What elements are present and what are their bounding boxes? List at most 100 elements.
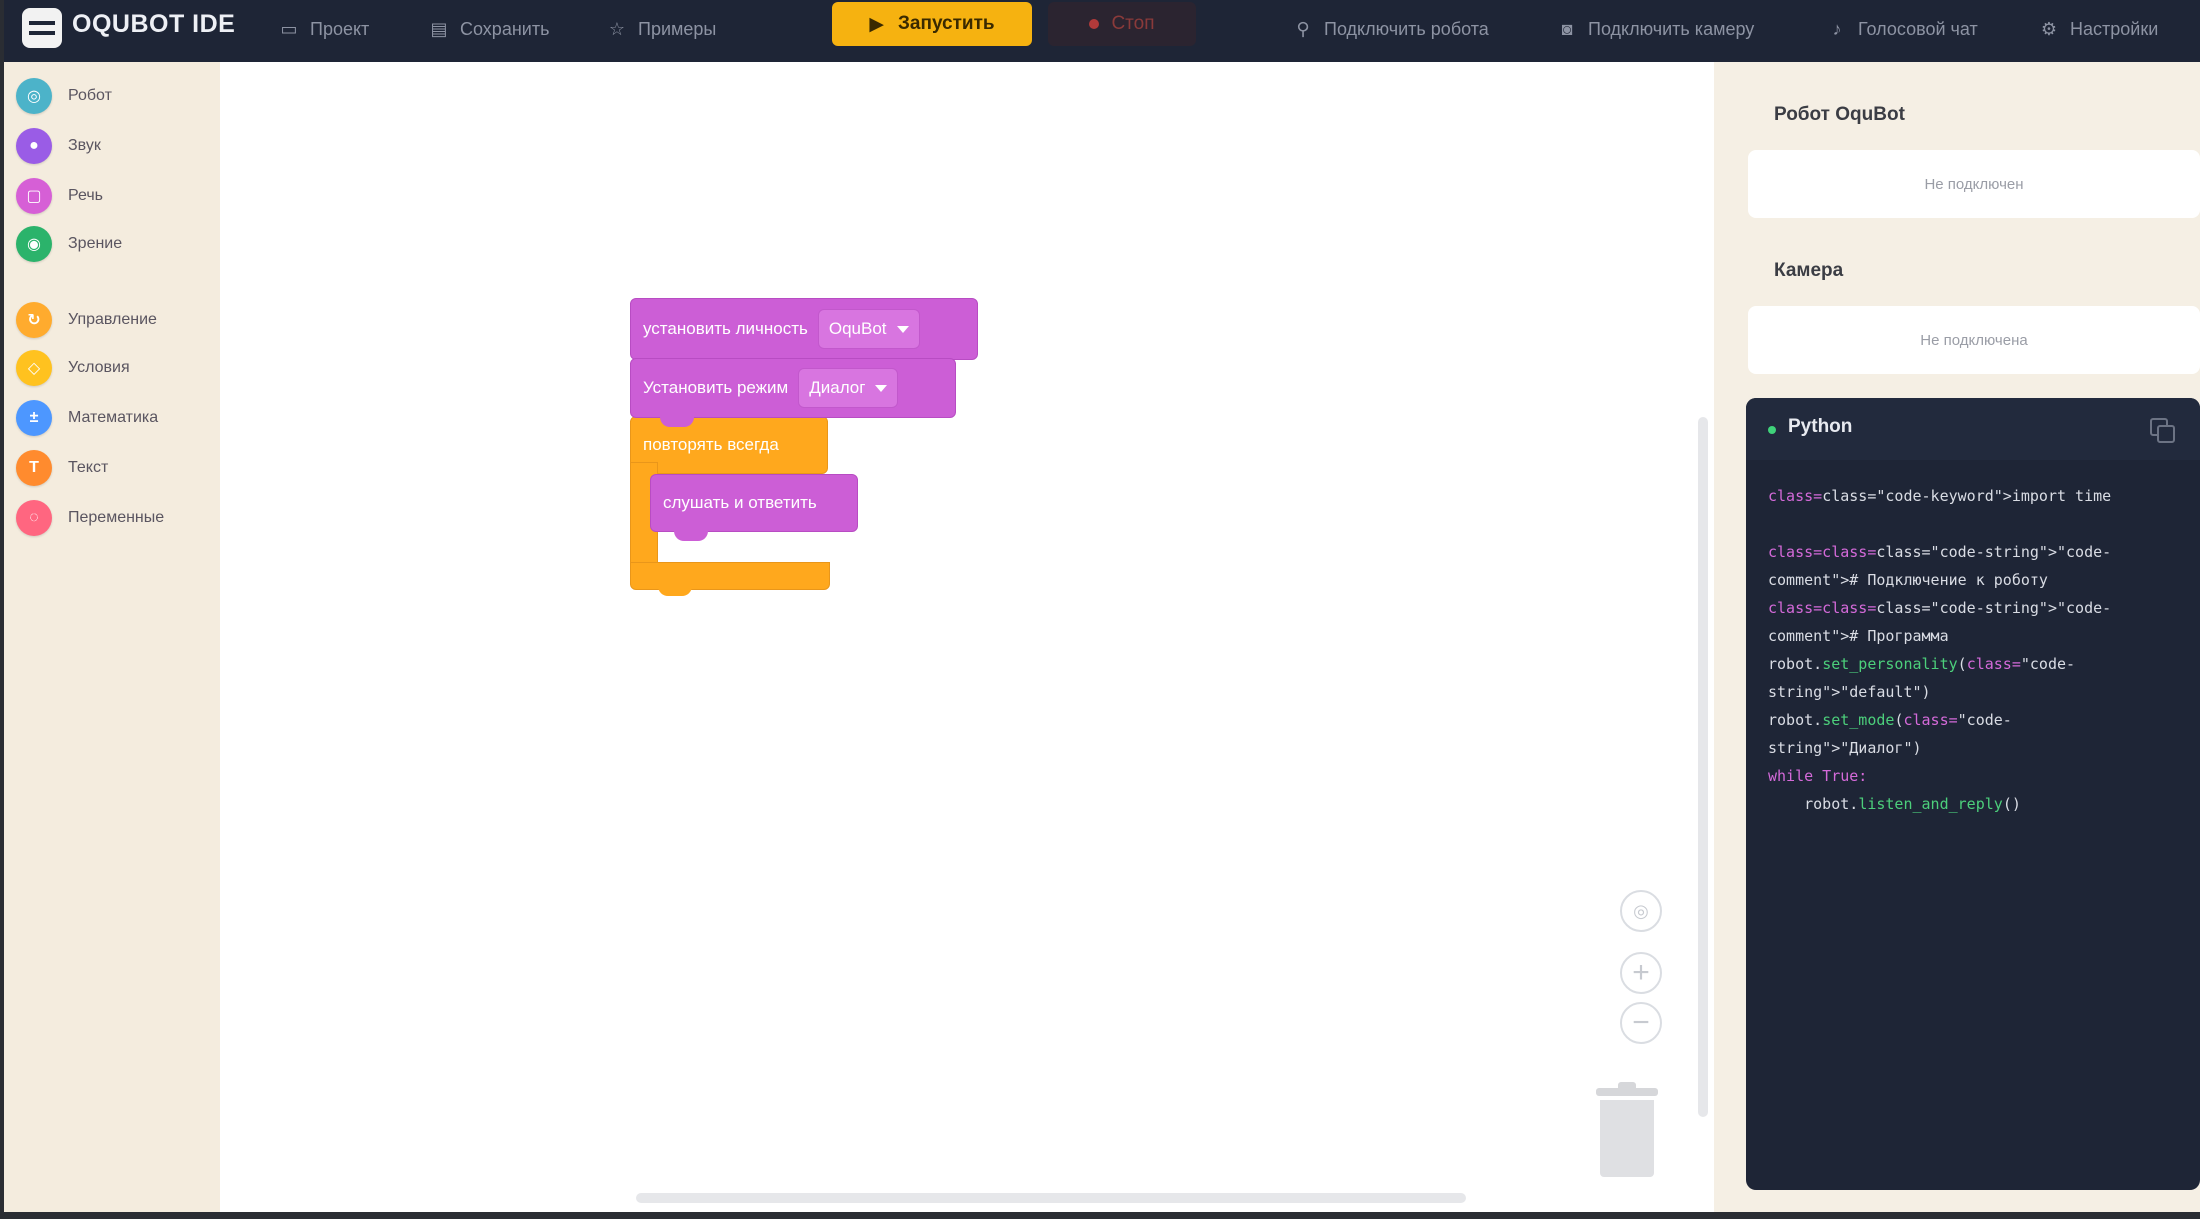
plug-icon: ⚲: [1296, 18, 1310, 39]
microphone-icon: ♪: [1832, 18, 1842, 39]
code-token: comment"># Подключение к роботу: [1768, 571, 2048, 589]
category-sound[interactable]: ● Звук: [16, 126, 101, 166]
examples-label: Примеры: [638, 18, 717, 39]
category-label: Текст: [68, 459, 109, 476]
settings-button[interactable]: ⚙ Настройки: [2038, 12, 2158, 46]
project-button[interactable]: ▭ Проект: [278, 12, 369, 46]
block-label: повторять всегда: [643, 435, 779, 454]
code-panel-header: Python: [1746, 398, 2200, 460]
code-token: string">"Диалог"): [1768, 739, 1922, 757]
voice-chat-button[interactable]: ♪ Голосовой чат: [1826, 12, 1978, 46]
code-token: listen_and_reply: [1858, 795, 2003, 813]
blocks-workspace[interactable]: повторять всегда установить личность Oqu…: [220, 62, 1714, 1212]
code-line: class=class="code-keyword">import time: [1768, 482, 2188, 510]
star-icon: ☆: [608, 18, 626, 39]
stop-label: Стоп: [1111, 13, 1155, 34]
code-token: class=: [1768, 487, 1823, 505]
connect-camera-button[interactable]: ◙ Подключить камеру: [1556, 12, 1755, 46]
code-line: string">"Диалог"): [1768, 734, 2188, 762]
python-code-panel: Python class=class="code-keyword">import…: [1746, 398, 2200, 1190]
vertical-scrollbar[interactable]: [1698, 417, 1708, 1117]
eye-icon: ◉: [16, 226, 52, 262]
save-button[interactable]: ▤ Сохранить: [428, 12, 549, 46]
app-title: OQUBOT IDE: [72, 10, 236, 38]
code-token: "code-: [2020, 655, 2076, 673]
category-label: Робот: [68, 87, 112, 104]
code-token: class=class=: [1768, 599, 1877, 617]
repeat-forever-block[interactable]: повторять всегда: [630, 416, 828, 474]
set-personality-block[interactable]: установить личность OquBot: [630, 298, 978, 360]
code-panel-title: Python: [1788, 416, 1853, 437]
play-icon: ▶: [869, 13, 885, 35]
code-token: class="code-string">"code-: [1876, 543, 2112, 561]
control-icon: ↻: [16, 302, 52, 338]
zoom-in-button[interactable]: +: [1620, 952, 1662, 994]
category-robot[interactable]: ◎ Робот: [16, 76, 112, 116]
camera-section-title: Камера: [1774, 260, 1844, 281]
category-label: Условия: [68, 359, 130, 376]
listen-reply-block[interactable]: слушать и ответить: [650, 474, 858, 532]
code-line: robot.set_mode(class="code-: [1768, 706, 2188, 734]
code-token: robot.: [1768, 795, 1859, 813]
python-code-view[interactable]: class=class="code-keyword">import time c…: [1768, 482, 2188, 818]
trash-bin: [1600, 1100, 1654, 1177]
robot-status-box: Не подключен: [1748, 150, 2200, 218]
code-token: while True:: [1768, 767, 1868, 785]
examples-button[interactable]: ☆ Примеры: [606, 12, 716, 46]
ide-window: OQUBOT IDE ▭ Проект ▤ Сохранить ☆ Пример…: [4, 0, 2200, 1212]
trash-can-icon[interactable]: [1596, 1082, 1658, 1177]
category-variables[interactable]: ◌ Переменные: [16, 498, 164, 538]
camera-status-box: Не подключена: [1748, 306, 2200, 374]
code-token: "code-: [1957, 711, 2012, 729]
trash-lid: [1596, 1088, 1658, 1096]
gear-icon: ⚙: [2040, 18, 2058, 39]
text-icon: T: [16, 450, 52, 486]
app-logo-icon: [22, 8, 62, 48]
stop-button[interactable]: Стоп: [1048, 2, 1196, 46]
connect-camera-label: Подключить камеру: [1588, 18, 1755, 39]
category-conditions[interactable]: ◇ Условия: [16, 348, 130, 388]
sound-icon: ●: [16, 128, 52, 164]
voice-chat-label: Голосовой чат: [1858, 18, 1978, 39]
code-line: robot.listen_and_reply(): [1768, 790, 2188, 818]
robot-section-title: Робот OquBot: [1774, 104, 1905, 125]
run-button[interactable]: ▶ Запустить: [832, 2, 1032, 46]
category-vision[interactable]: ◉ Зрение: [16, 224, 122, 264]
block-label: слушать и ответить: [663, 493, 817, 512]
category-label: Зрение: [68, 235, 123, 252]
block-category-sidebar: ◎ Робот ● Звук ▢ Речь ◉ Зрение ↻ Управле…: [4, 62, 220, 1212]
code-token: comment"># Программа: [1768, 627, 1949, 645]
project-label: Проект: [310, 18, 370, 39]
horizontal-scrollbar[interactable]: [636, 1193, 1466, 1203]
folder-icon: ▭: [280, 18, 298, 39]
code-line: class=class=class="code-string">"code-: [1768, 538, 2188, 566]
code-token: string">"default"): [1768, 683, 1931, 701]
save-label: Сохранить: [460, 18, 550, 39]
category-math[interactable]: ± Математика: [16, 398, 158, 438]
recenter-button[interactable]: ◎: [1620, 890, 1662, 932]
set-mode-block[interactable]: Установить режим Диалог: [630, 358, 956, 418]
code-token: set_personality: [1822, 655, 1958, 673]
connect-robot-button[interactable]: ⚲ Подключить робота: [1292, 12, 1489, 46]
mode-dropdown[interactable]: Диалог: [798, 368, 899, 408]
category-speech[interactable]: ▢ Речь: [16, 176, 103, 216]
top-toolbar: OQUBOT IDE ▭ Проект ▤ Сохранить ☆ Пример…: [4, 0, 2200, 62]
category-label: Переменные: [68, 509, 165, 526]
window-bottom-edge: [0, 1212, 2200, 1219]
category-text[interactable]: T Текст: [16, 448, 108, 488]
zoom-out-button[interactable]: −: [1620, 1002, 1662, 1044]
connect-robot-label: Подключить робота: [1324, 18, 1489, 39]
dropdown-value: Диалог: [809, 378, 866, 397]
code-token: class="code-string">"code-: [1876, 599, 2112, 617]
code-token: (): [2002, 795, 2021, 813]
dropdown-arrow-icon: [896, 325, 909, 333]
category-control[interactable]: ↻ Управление: [16, 300, 157, 340]
minus-icon: −: [1632, 1006, 1650, 1039]
code-line: comment"># Программа: [1768, 622, 2188, 650]
category-label: Математика: [68, 409, 159, 426]
personality-dropdown[interactable]: OquBot: [817, 309, 920, 349]
settings-label: Настройки: [2070, 18, 2159, 39]
code-token: set_mode: [1822, 711, 1895, 729]
copy-icon[interactable]: [2150, 418, 2175, 443]
